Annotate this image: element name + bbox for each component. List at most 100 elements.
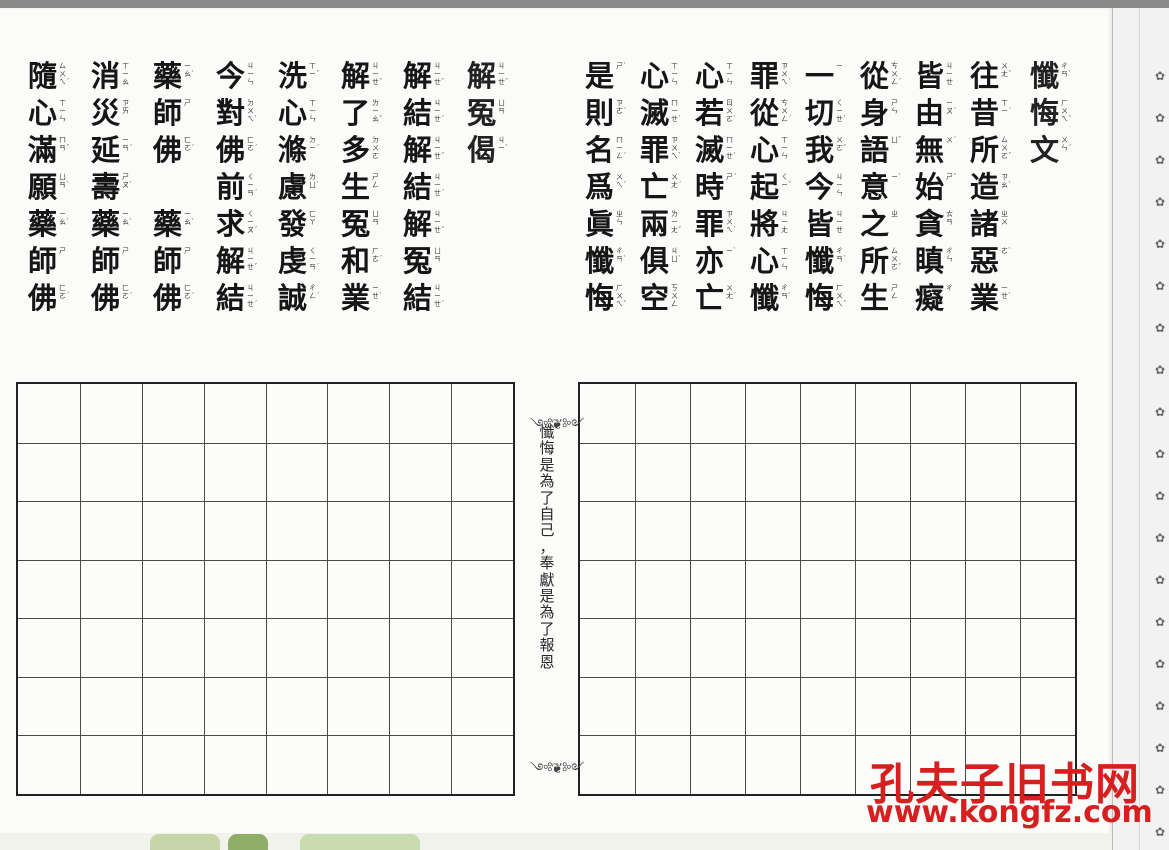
hanzi: 解	[341, 59, 371, 93]
hanzi: 佛	[153, 281, 183, 315]
bopomofo: ㄓㄣ	[616, 210, 623, 226]
motto-char: 恩	[539, 652, 555, 671]
hanzi: 壽	[91, 170, 121, 204]
character-cell: 語ㄩˇ	[858, 132, 902, 169]
bopomofo: ㄕㄥ	[891, 284, 898, 300]
bopomofo: ㄧㄠˋ	[184, 62, 195, 78]
leaf-decoration	[228, 834, 268, 850]
hanzi: 結	[216, 281, 246, 315]
grid-line	[18, 442, 513, 444]
bopomofo: ㄗㄨㄟˋ	[781, 62, 792, 86]
bopomofo: ㄕㄥ	[372, 173, 379, 189]
hanzi: 起	[750, 170, 780, 204]
text-column: 藥ㄧㄠˋ 師ㄕ佛ㄈㄛˊ 藥ㄧㄠˋ 師ㄕ佛ㄈㄛˊ	[151, 58, 195, 317]
hanzi: 解	[467, 59, 497, 93]
bopomofo: ㄧㄝˋ	[1001, 284, 1012, 300]
hanzi: 藥	[153, 59, 183, 93]
flower-ornament-icon: ✿	[1155, 153, 1166, 167]
bopomofo: ㄗㄞ	[122, 99, 129, 115]
hanzi: 結	[403, 170, 433, 204]
text-column: 是ㄕˋ 則ㄗㄜˊ 名ㄇㄧㄥˊ 爲ㄨㄟˊ 眞ㄓㄣ懺ㄔㄢˋ 悔ㄏㄨㄟˇ	[583, 58, 627, 317]
hanzi: 隨	[28, 59, 58, 93]
character-cell: 師ㄕ	[151, 95, 195, 132]
hanzi: 消	[91, 59, 121, 93]
hanzi: 師	[153, 96, 183, 130]
hanzi: 和	[341, 244, 371, 278]
character-cell: 災ㄗㄞ	[89, 95, 133, 132]
leaf-decoration	[300, 834, 420, 850]
character-cell: 懺ㄔㄢˋ	[583, 243, 627, 280]
bopomofo: ㄗㄨㄟˋ	[671, 136, 682, 160]
character-cell: 癡ㄔ	[913, 280, 957, 317]
hanzi: 一	[805, 59, 835, 93]
character-cell: 對ㄉㄨㄟˋ	[214, 95, 258, 132]
character-cell: 空ㄎㄨㄥ	[638, 280, 682, 317]
bopomofo: ㄉㄨㄟˋ	[247, 99, 258, 123]
bopomofo: ㄌㄧㄤˇ	[671, 210, 682, 234]
grid-line	[18, 735, 513, 737]
bopomofo: ㄩㄢˋ	[59, 173, 70, 189]
motto-char: 了	[539, 619, 555, 638]
character-cell: 瞋ㄔㄣ	[913, 243, 957, 280]
bopomofo: ㄑㄧㄡˊ	[247, 210, 258, 234]
section-title: 懺ㄔㄢˋ 悔ㄏㄨㄟˇ 文ㄨㄣˊ	[1028, 58, 1072, 169]
character-cell: 心ㄒㄧㄣ	[638, 58, 682, 95]
grid-line	[18, 501, 513, 503]
hanzi: 災	[91, 96, 121, 130]
hanzi: 癡	[915, 281, 945, 315]
character-cell: 諸ㄓㄨ	[968, 206, 1012, 243]
bopomofo: ㄓㄨ	[1001, 210, 1008, 226]
flower-ornament-icon: ✿	[1155, 699, 1166, 713]
hanzi: 空	[640, 281, 670, 315]
text-column: 罪ㄗㄨㄟˋ 從ㄘㄨㄥˊ 心ㄒㄧㄣ起ㄑㄧˇ 將ㄐㄧㄤ心ㄒㄧㄣ懺ㄔㄢˋ	[748, 58, 792, 317]
motto-char: 報	[539, 636, 555, 655]
character-cell: 洗ㄒㄧˇ	[276, 58, 320, 95]
grid-line	[580, 676, 1075, 678]
character-cell: 解ㄐㄧㄝˇ	[465, 58, 509, 95]
character-cell: 懺ㄔㄢˋ	[748, 280, 792, 317]
bopomofo: ㄓ	[891, 210, 898, 218]
bopomofo: ㄐㄧㄝˊ	[434, 99, 445, 123]
hanzi: 發	[278, 207, 308, 241]
motto-char: 己	[539, 521, 555, 540]
character-cell: 前ㄑㄧㄢˊ	[214, 169, 258, 206]
bopomofo: ㄒㄧㄣ	[726, 62, 733, 86]
bopomofo: ㄕˇ	[946, 173, 957, 181]
character-cell: 若ㄖㄨㄛˋ	[693, 95, 737, 132]
character-cell: 業ㄧㄝˋ	[968, 280, 1012, 317]
hanzi: 兩	[640, 207, 670, 241]
section-title: 解ㄐㄧㄝˇ 冤ㄩㄢ偈ㄐㄧˋ	[465, 58, 509, 169]
hanzi: 滅	[695, 133, 725, 167]
bopomofo: ㄗㄠˋ	[1001, 173, 1012, 189]
bopomofo: ㄙㄨㄛˇ	[1001, 136, 1012, 160]
grid-line	[580, 559, 1075, 561]
hanzi: 身	[860, 96, 890, 130]
hanzi: 所	[860, 244, 890, 278]
character-cell: 生ㄕㄥ	[339, 169, 383, 206]
character-cell: 滅ㄇㄧㄝˋ	[638, 95, 682, 132]
character-cell: 皆ㄐㄧㄝ	[913, 58, 957, 95]
character-cell: 無ㄨˊ	[913, 132, 957, 169]
text-column: 今ㄐㄧㄣ對ㄉㄨㄟˋ 佛ㄈㄛˊ 前ㄑㄧㄢˊ 求ㄑㄧㄡˊ 解ㄐㄧㄝˇ 結ㄐㄧㄝˊ	[214, 58, 258, 317]
bopomofo: ㄘㄨㄥˊ	[781, 99, 792, 123]
bopomofo: ㄈㄚ	[309, 210, 316, 226]
bopomofo: ㄑㄧㄝˋ	[836, 99, 847, 123]
bopomofo: ㄩˇ	[891, 136, 902, 144]
bopomofo: ㄐㄩˋ	[671, 247, 682, 263]
motto-char: 奉	[539, 554, 555, 573]
bopomofo: ㄉㄧˊ	[309, 136, 320, 152]
bopomofo: ㄧˋ	[726, 247, 737, 255]
hanzi: 語	[860, 133, 890, 167]
character-cell: 亡ㄨㄤˊ	[638, 169, 682, 206]
grid-line	[203, 384, 205, 794]
bopomofo: ㄐㄧㄝˇ	[434, 62, 445, 86]
hanzi: 若	[695, 96, 725, 130]
bopomofo: ㄨㄤˊ	[726, 284, 737, 300]
flower-ornament-icon: ✿	[1155, 447, 1166, 461]
bopomofo: ㄧㄝˋ	[372, 284, 383, 300]
hanzi: 之	[860, 207, 890, 241]
character-cell: 生ㄕㄥ	[858, 280, 902, 317]
bopomofo: ㄐㄧㄝ	[836, 210, 843, 234]
character-cell: 佛ㄈㄛˊ	[89, 280, 133, 317]
hanzi: 佛	[216, 133, 246, 167]
